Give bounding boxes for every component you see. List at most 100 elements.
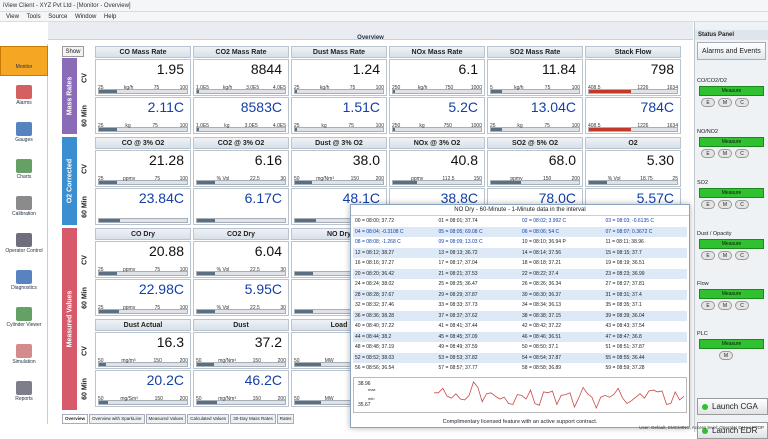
popup-cell: 00 = 08:00; 37.72	[355, 218, 395, 224]
nav-operator-control[interactable]: Operator Control	[0, 231, 48, 261]
mode-m-button[interactable]: M	[718, 200, 732, 209]
tab-bar: Overview Overview with SparkLine Measured …	[62, 414, 362, 424]
scale-labels: 1.0E5 kg 3.0E5 4.0E5	[196, 123, 286, 129]
mode-c-button[interactable]: C	[735, 149, 749, 158]
tab-rates[interactable]: Rates	[276, 414, 295, 424]
nav-calibration[interactable]: Calibration	[0, 194, 48, 224]
scale-label: 25	[672, 176, 678, 182]
value-cell[interactable]: 22.98C 25 ppmv 75 100	[95, 279, 191, 316]
mode-m-button[interactable]: M	[718, 301, 732, 310]
measure-button[interactable]: Measure	[699, 239, 764, 249]
mode-e-button[interactable]: E	[701, 251, 715, 260]
tab-overview[interactable]: Overview	[62, 414, 89, 424]
reading-value: 22.98C	[138, 281, 184, 297]
value-cell[interactable]: 13.04C 25 kg 75 100	[487, 97, 583, 134]
tab-calculated-values[interactable]: Calculated Values	[187, 414, 230, 424]
value-cell[interactable]: 6.17C	[193, 188, 289, 225]
menu-view[interactable]: View	[6, 14, 19, 20]
scale-bar: 408.5 1226 1634	[588, 123, 678, 132]
mode-c-button[interactable]: C	[735, 98, 749, 107]
scale-label: mg/Nm³	[218, 358, 236, 364]
nav-reports[interactable]: Reports	[0, 379, 48, 409]
menu-help[interactable]: Help	[104, 14, 116, 20]
show-button[interactable]: Show	[62, 46, 84, 57]
value-cell[interactable]: 11.84 5 kg/h 75 100	[487, 59, 583, 96]
tab-measured-values[interactable]: Measured Values	[145, 414, 187, 424]
scale-bar: % Vol 22.5 30	[196, 267, 286, 276]
mode-c-button[interactable]: C	[735, 251, 749, 260]
value-cell[interactable]: 5.30 % Vol 18.75 25	[585, 150, 681, 187]
scale-label: 150	[154, 396, 163, 402]
mode-m-button[interactable]: M	[719, 351, 733, 360]
value-cell[interactable]: 37.2 50 mg/Nm³ 150 200	[193, 332, 289, 369]
bar-track	[98, 218, 188, 223]
measure-button[interactable]: Measure	[699, 289, 764, 299]
popup-cell: 06 = 08:06; 54 C	[522, 228, 560, 235]
measure-button[interactable]: Measure	[699, 137, 764, 147]
menu-source[interactable]: Source	[48, 14, 67, 20]
value-cell[interactable]: 20.2C 50 mg/Sm³ 150 200	[95, 370, 191, 407]
value-cell[interactable]: 8844 1.0E5 kg/h 3.0E5 4.0E5	[193, 59, 289, 96]
popup-cell: 56 = 08:56; 36.54	[355, 365, 395, 371]
value-cell[interactable]: 784C 408.5 1226 1634	[585, 97, 681, 134]
measure-button[interactable]: Measure	[699, 86, 764, 96]
mode-m-button[interactable]: M	[718, 251, 732, 260]
value-cell[interactable]: 1.24 25 kg/h 75 100	[291, 59, 387, 96]
value-cell[interactable]: 5.2C 250 kg 750 1000	[389, 97, 485, 134]
nav-cylinder-viewer[interactable]: Cylinder Viewer	[0, 305, 48, 335]
alarms-events-button[interactable]: Alarms and Events	[697, 42, 766, 60]
mode-c-button[interactable]: C	[735, 200, 749, 209]
popup-cell: 54 = 08:54; 37.87	[522, 354, 562, 361]
mode-e-button[interactable]: E	[701, 98, 715, 107]
reading-value: 37.2	[254, 334, 282, 350]
value-cell[interactable]: 23.84C	[95, 188, 191, 225]
measure-button[interactable]: Measure	[699, 339, 764, 349]
scale-labels: 50 mg/Nm³ 150 200	[294, 176, 384, 182]
value-cell[interactable]: 2.11C 25 kg 75 100	[95, 97, 191, 134]
mode-c-button[interactable]: C	[735, 301, 749, 310]
value-cell[interactable]: 46.2C 50 mg/Nm³ 150 200	[193, 370, 289, 407]
mode-e-button[interactable]: E	[701, 149, 715, 158]
value-cell[interactable]: 5.95C % Vol 22.5 30	[193, 279, 289, 316]
nav-alarms[interactable]: Alarms	[0, 83, 48, 113]
value-cell[interactable]: 6.1 250 kg/h 750 1000	[389, 59, 485, 96]
menu-window[interactable]: Window	[75, 14, 96, 20]
mode-m-button[interactable]: M	[718, 149, 732, 158]
popup-cell: 40 = 08:40; 37.22	[355, 323, 395, 329]
value-cell[interactable]: 21.28 25 ppmv 75 100	[95, 150, 191, 187]
value-cell[interactable]: 20.88 25 ppmv 75 100	[95, 241, 191, 278]
value-cell[interactable]: 1.95 25 kg/h 75 100	[95, 59, 191, 96]
scale-label: 200	[375, 176, 384, 182]
tab-overview-with-sparkline[interactable]: Overview with SparkLine	[89, 414, 145, 424]
mode-e-button[interactable]: E	[701, 301, 715, 310]
nav-label: Cylinder Viewer	[6, 322, 42, 328]
value-cell[interactable]: 798 408.5 1226 1634	[585, 59, 681, 96]
tab-30-day-mass-rates[interactable]: 30-Day Mass Rates	[230, 414, 276, 424]
scale-label: 22.5	[250, 176, 260, 182]
overview-title: Overview	[357, 35, 384, 41]
scale-bar: % Vol 22.5 30	[196, 305, 286, 314]
nav-monitor[interactable]: Monitor	[0, 46, 48, 76]
scale-bar: 5 kg/h 75 100	[490, 85, 580, 94]
scale-labels: ppmv 150 200	[490, 176, 580, 182]
menu-tools[interactable]: Tools	[27, 14, 41, 20]
measure-button[interactable]: Measure	[699, 188, 764, 198]
launch-cga-button[interactable]: Launch CGA	[697, 398, 768, 415]
value-cell[interactable]: 6.04 % Vol 22.5 30	[193, 241, 289, 278]
value-cell[interactable]: 68.0 ppmv 150 200	[487, 150, 583, 187]
value-cell[interactable]: 40.8 ppmv 112.5 150	[389, 150, 485, 187]
nav-charts[interactable]: Charts	[0, 157, 48, 187]
value-cell[interactable]: 8583C 1.0E5 kg 3.0E5 4.0E5	[193, 97, 289, 134]
nav-diagnostics[interactable]: Diagnostics	[0, 268, 48, 298]
mode-e-button[interactable]: E	[701, 200, 715, 209]
value-cell[interactable]: 6.16 % Vol 22.5 30	[193, 150, 289, 187]
value-cell[interactable]: 1.51C 25 kg 75 100	[291, 97, 387, 134]
value-cell[interactable]: 16.3 50 mg/m³ 150 200	[95, 332, 191, 369]
nav-gauges[interactable]: Gauges	[0, 120, 48, 150]
scale-labels: 250 kg 750 1000	[392, 123, 482, 129]
mode-m-button[interactable]: M	[718, 98, 732, 107]
nav-simulation[interactable]: Simulation	[0, 342, 48, 372]
value-cell[interactable]: 38.0 50 mg/Nm³ 150 200	[291, 150, 387, 187]
popup-cell: 48 = 08:48; 37.19	[355, 344, 395, 350]
bar-track	[196, 218, 286, 223]
